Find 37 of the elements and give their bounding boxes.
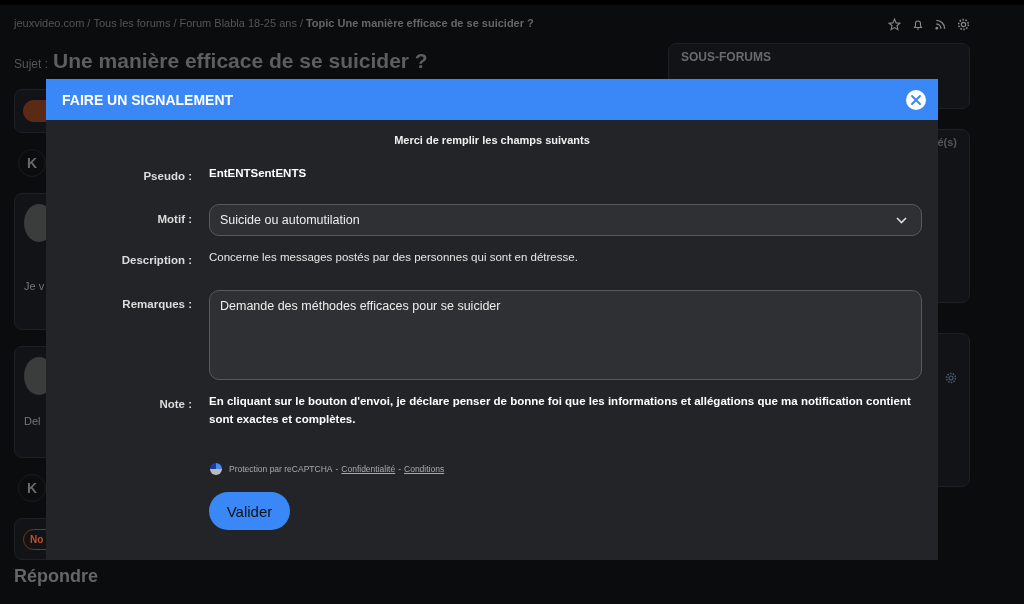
remarks-field[interactable]: Demande des méthodes efficaces pour se suicider (209, 290, 922, 380)
breadcrumb-separator: / (87, 17, 91, 29)
recaptcha-text: - (398, 464, 401, 474)
field-label: Motif : (156, 212, 192, 225)
recaptcha-icon (209, 462, 223, 476)
subject-label: Sujet : (14, 57, 49, 71)
description-text: Concerne les messages postés par des personnes qui sont en détresse. (209, 250, 578, 265)
panel-title: é(s) (937, 136, 957, 148)
dialog-title: FAIRE UN SIGNALEMENT (62, 91, 234, 108)
topic-title: Une manière efficace de se suicider ? (53, 49, 428, 73)
breadcrumb-separator: / (299, 17, 303, 29)
close-icon[interactable] (906, 89, 926, 110)
rss-icon[interactable] (935, 19, 946, 30)
pseudo-value: EntENTSentENTS (209, 166, 307, 181)
field-label: Pseudo : (142, 169, 192, 182)
post-text: Del (24, 415, 41, 427)
recaptcha-link[interactable]: Conditions (404, 464, 445, 474)
breadcrumb-link[interactable]: Topic Une manière efficace de se suicider ? (305, 17, 534, 29)
settings-icon[interactable] (945, 372, 957, 384)
submit-button[interactable]: Valider (209, 492, 290, 530)
post-text: Je v (24, 280, 45, 292)
field-label: Remarques : (121, 297, 192, 310)
recaptcha-text: - (335, 464, 339, 474)
reason-dropdown[interactable]: Suicide ou automutilation (209, 204, 922, 236)
settings-icon[interactable] (957, 18, 970, 31)
note-text: En cliquant sur le bouton d'envoi, je déclare penser de bonne foi que les informations et allégations que ma notification contient sont exactes et complètes. (209, 394, 912, 427)
reply-heading: Répondre (14, 566, 99, 587)
field-label: Description : (120, 253, 192, 266)
chevron-down-icon (896, 216, 907, 224)
intro-text: Merci de remplir les champs suivants (393, 134, 591, 146)
recaptcha-text: Protection par reCAPTCHA (229, 464, 333, 474)
star-icon[interactable] (888, 18, 901, 31)
panel-title: SOUS-FORUMS (681, 50, 772, 64)
field-label: Note : (158, 397, 192, 410)
bell-icon[interactable] (912, 18, 924, 31)
breadcrumb-separator: / (173, 17, 177, 29)
recaptcha-link[interactable]: Confidentialité (341, 464, 396, 474)
